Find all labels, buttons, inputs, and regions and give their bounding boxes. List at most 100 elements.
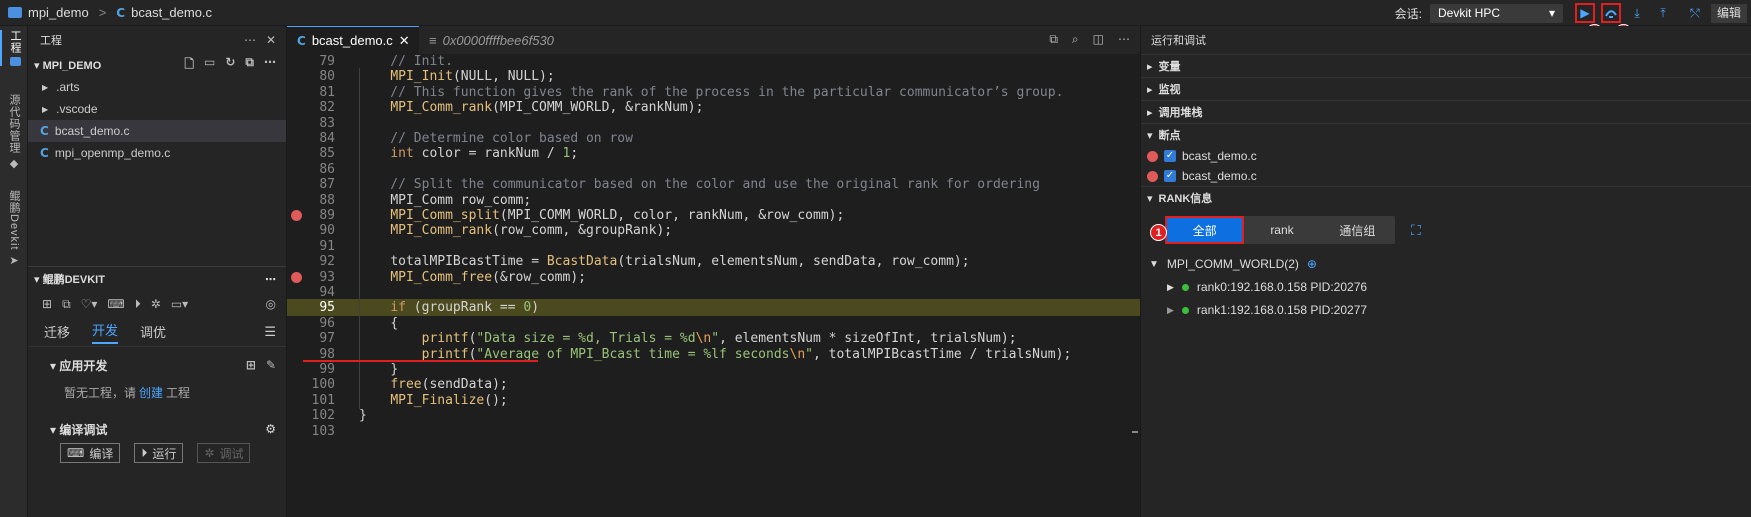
account-icon[interactable]: ◎ bbox=[266, 297, 276, 311]
no-project-text: 暂无工程，请 bbox=[64, 385, 137, 400]
tab-disassembly[interactable]: ≡ 0x0000ffffbee6f530 bbox=[419, 26, 564, 54]
breadcrumb-file[interactable]: bcast_demo.c bbox=[131, 5, 212, 20]
no-project-message: 暂无工程，请 创建 工程 bbox=[28, 377, 286, 407]
tab-develop[interactable]: 开发 bbox=[92, 320, 119, 344]
play-circle-icon[interactable]: ⏵ bbox=[135, 297, 141, 312]
create-link[interactable]: 创建 bbox=[139, 384, 163, 401]
tree-item-vscode[interactable]: ▶ .vscode bbox=[28, 98, 286, 120]
collapse-icon[interactable]: ⧉ bbox=[245, 55, 254, 76]
new-file-icon[interactable]: 🗋 bbox=[184, 55, 194, 76]
heart-monitor-icon[interactable]: ♡▾ bbox=[81, 297, 98, 311]
project-root-label: MPI_DEMO bbox=[42, 59, 102, 72]
tab-tune[interactable]: 调优 bbox=[140, 322, 166, 341]
compile-debug-header[interactable]: ▾ 编译调试 ⚙ bbox=[28, 417, 286, 441]
section-rank-info[interactable]: ▾ RANK信息 bbox=[1141, 186, 1751, 209]
caret-down-icon: ▾ bbox=[1548, 5, 1555, 20]
tree-item-arts[interactable]: ▶ .arts bbox=[28, 76, 286, 98]
code-icon[interactable]: ⌨ bbox=[107, 297, 124, 311]
session-select[interactable]: Devkit HPC Debugger ▾ bbox=[1429, 3, 1563, 39]
section-variables[interactable]: ▸ 变量 bbox=[1141, 54, 1751, 77]
new-project-icon[interactable]: ⊞ bbox=[42, 297, 52, 311]
explorer-header: 工程 ⋯ ✕ bbox=[28, 26, 286, 54]
folder-icon bbox=[8, 7, 22, 18]
step-into-button[interactable]: ⤓ bbox=[1627, 3, 1647, 23]
rank-label: rank0:192.168.0.158 PID:20276 bbox=[1196, 280, 1368, 294]
session-label: 会话: bbox=[1394, 6, 1422, 21]
chevron-right-icon: ▶ bbox=[42, 82, 49, 92]
more-icon[interactable]: ⋯ bbox=[264, 55, 276, 76]
list-icon[interactable]: ☰ bbox=[264, 324, 276, 340]
run-button[interactable]: ⏵ 运行 bbox=[134, 443, 184, 463]
scrollbar-marker[interactable] bbox=[1132, 431, 1138, 433]
comm-world-node[interactable]: ▼ MPI_COMM_WORLD(2) ⊕ bbox=[1149, 254, 1317, 274]
tab-migrate[interactable]: 迁移 bbox=[44, 322, 70, 341]
more-icon[interactable]: ⋯ bbox=[1118, 32, 1130, 47]
tree-item-mpi-openmp-demo[interactable]: C mpi_openmp_demo.c bbox=[28, 142, 286, 164]
segment-rank[interactable]: rank bbox=[1244, 216, 1319, 244]
chevron-down-icon: ▾ bbox=[34, 59, 43, 72]
preview-icon[interactable]: ⧉ bbox=[1049, 32, 1058, 47]
step-over-icon bbox=[1605, 10, 1617, 18]
disconnect-button[interactable]: ⤲ bbox=[1685, 3, 1705, 23]
session-value: Devkit HPC Debugger bbox=[1437, 5, 1500, 39]
activity-devkit[interactable]: 鲲鹏Devkit ➤ bbox=[0, 190, 28, 267]
breakpoint-checkbox[interactable]: ✓ bbox=[1164, 150, 1176, 162]
tree-item-label: .arts bbox=[56, 80, 80, 94]
bug-icon[interactable]: ✲ bbox=[151, 297, 161, 311]
search-icon[interactable]: ⌕ bbox=[1072, 32, 1079, 47]
chevron-right-icon: ▶ bbox=[1167, 281, 1174, 292]
chevron-down-icon: ▾ bbox=[34, 274, 43, 286]
segment-all[interactable]: 全部 bbox=[1165, 216, 1245, 244]
section-call-stack[interactable]: ▸ 调用堆栈 bbox=[1141, 100, 1751, 123]
gear-icon[interactable]: ⚙ bbox=[265, 422, 276, 436]
step-into-icon: ⤓ bbox=[1634, 5, 1640, 20]
section-breakpoints[interactable]: ▾ 断点 bbox=[1141, 123, 1751, 146]
project-root[interactable]: ▾ MPI_DEMO 🗋 ▭ ↻ ⧉ ⋯ bbox=[28, 54, 286, 76]
breakpoint-item[interactable]: ✓ bcast_demo.c bbox=[1141, 166, 1751, 186]
section-label: 调用堆栈 bbox=[1158, 107, 1203, 119]
section-label: RANK信息 bbox=[1158, 193, 1213, 205]
segment-comm-group[interactable]: 通信组 bbox=[1320, 216, 1395, 244]
split-editor-icon[interactable]: ◫ bbox=[1093, 32, 1104, 47]
code-view[interactable]: 79 // Init. 80 MPI_Init(NULL, NULL); 81 //… bbox=[287, 54, 1140, 517]
files-icon bbox=[9, 57, 21, 66]
devkit-toolbar: ⊞ ⧉ ♡▾ ⌨ ⏵ ✲ ▭▾ ◎ bbox=[28, 291, 286, 317]
chevron-down-icon: ▾ bbox=[50, 358, 60, 373]
breadcrumb-project[interactable]: mpi_demo bbox=[28, 5, 89, 20]
tree-item-bcast-demo[interactable]: C bcast_demo.c bbox=[28, 120, 286, 142]
more-icon[interactable]: ⋯ bbox=[244, 33, 256, 47]
edit-icon[interactable]: ✎ bbox=[266, 358, 276, 372]
step-over-button[interactable] bbox=[1600, 3, 1621, 23]
activity-source-control[interactable]: 源代码管理 ◆ bbox=[0, 94, 28, 170]
step-out-button[interactable]: ⤒ bbox=[1653, 3, 1673, 23]
close-icon[interactable]: ✕ bbox=[266, 33, 276, 47]
topology-icon[interactable]: ⛶ bbox=[1411, 222, 1421, 239]
debug-button[interactable]: ✲ 调试 bbox=[197, 443, 251, 463]
continue-button[interactable]: ▶ bbox=[1574, 3, 1595, 23]
breakpoint-item[interactable]: ✓ bcast_demo.c bbox=[1141, 146, 1751, 166]
new-file-icon[interactable]: ⊞ bbox=[246, 358, 256, 372]
refresh-icon[interactable]: ↻ bbox=[225, 55, 235, 76]
app-dev-label: 应用开发 bbox=[59, 358, 108, 373]
rank-item-0[interactable]: ▶ rank0:192.168.0.158 PID:20276 bbox=[1167, 277, 1367, 297]
locate-icon[interactable]: ⊕ bbox=[1307, 257, 1317, 271]
edit-button[interactable]: 编辑 bbox=[1710, 3, 1747, 23]
code-line[interactable]: 103 bbox=[287, 423, 1140, 440]
devkit-header[interactable]: ▾ 鲲鹏DEVKIT ⋯ bbox=[28, 267, 286, 291]
more-icon[interactable]: ⋯ bbox=[265, 273, 276, 286]
rank-item-1[interactable]: ▶ rank1:192.168.0.158 PID:20277 bbox=[1167, 300, 1367, 320]
activity-project[interactable]: 工程 bbox=[0, 30, 28, 66]
tree-item-label: mpi_openmp_demo.c bbox=[54, 146, 171, 160]
c-file-icon: C bbox=[116, 5, 126, 20]
monitor-icon[interactable]: ▭▾ bbox=[171, 297, 188, 311]
title-bar: mpi_demo > C bcast_demo.c 会话: Devkit HPC… bbox=[0, 0, 1751, 41]
section-watch[interactable]: ▸ 监视 bbox=[1141, 77, 1751, 100]
close-icon[interactable]: ✕ bbox=[399, 33, 410, 49]
import-icon[interactable]: ⧉ bbox=[62, 297, 71, 312]
app-dev-header[interactable]: ▾ 应用开发 ⊞ ✎ bbox=[28, 353, 286, 377]
tab-bcast-demo[interactable]: C bcast_demo.c ✕ bbox=[287, 26, 419, 54]
compile-button[interactable]: ⌨ 编译 bbox=[60, 443, 121, 463]
devkit-title: 鲲鹏DEVKIT bbox=[42, 274, 105, 286]
new-folder-icon[interactable]: ▭ bbox=[204, 55, 215, 76]
breakpoint-checkbox[interactable]: ✓ bbox=[1164, 170, 1176, 182]
